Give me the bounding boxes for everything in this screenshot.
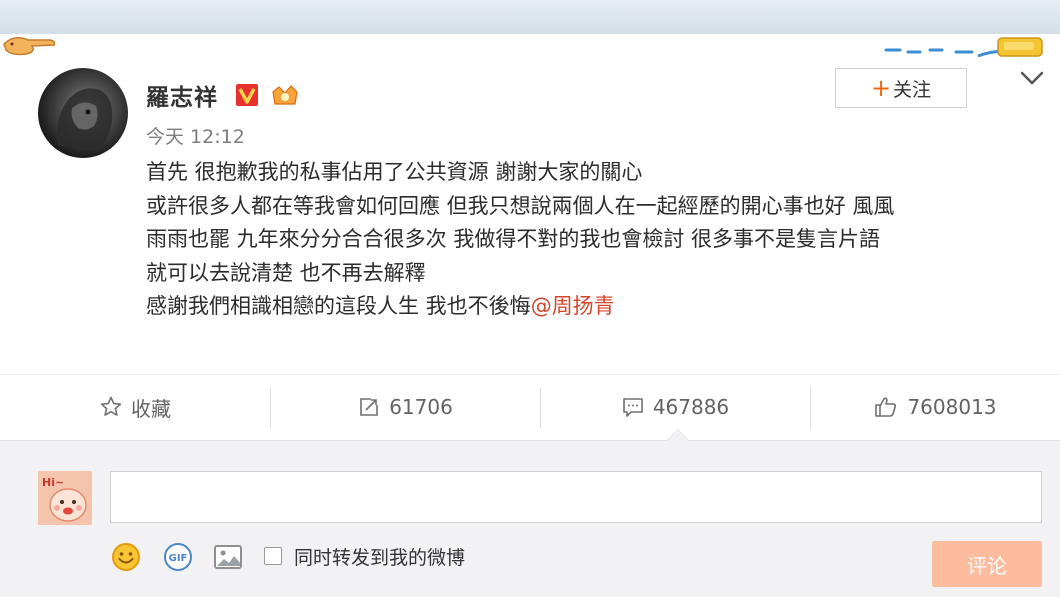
- thumbs-up-icon: [875, 397, 897, 417]
- username[interactable]: 羅志祥: [146, 78, 218, 112]
- swimmer-decoration-icon: [884, 37, 1043, 58]
- gif-label: GIF: [169, 553, 188, 564]
- repost-checkbox[interactable]: [264, 547, 282, 565]
- post-line-last: 感謝我們相識相戀的這段人生 我也不後悔@周扬青: [146, 290, 1046, 324]
- emoji-icon[interactable]: [110, 541, 142, 573]
- post-line: 或許很多人都在等我會如何回應 但我只想說兩個人在一起經歷的開心事也好 風風: [146, 193, 895, 218]
- like-button[interactable]: 7608013: [810, 374, 1060, 440]
- comment-icon: [623, 398, 643, 417]
- avatar-greeting: Hi~: [42, 476, 64, 489]
- post-text: 首先 很抱歉我的私事佔用了公共資源 謝謝大家的關心 或許很多人都在等我會如何回應…: [146, 156, 1046, 324]
- comment-count: 467886: [652, 395, 730, 419]
- lion-silhouette-icon: [57, 88, 113, 150]
- vip-crown-icon[interactable]: [270, 82, 300, 108]
- lion-avatar[interactable]: [38, 68, 128, 158]
- gif-icon[interactable]: GIF: [162, 541, 194, 573]
- post-time[interactable]: 今天 12:12: [146, 122, 245, 149]
- plus-icon: +: [870, 74, 892, 102]
- image-icon[interactable]: [212, 541, 244, 573]
- repost-icon: [360, 398, 378, 416]
- my-avatar[interactable]: Hi~: [38, 471, 92, 525]
- comment-input[interactable]: [110, 471, 1042, 523]
- star-icon: [100, 396, 122, 416]
- post-line: 雨雨也罷 九年來分分合合很多次 我做得不對的我也會檢討 很多事不是隻言片語: [146, 227, 881, 251]
- chevron-down-icon[interactable]: [1018, 68, 1046, 88]
- cartoon-avatar-icon: Hi~: [38, 471, 92, 525]
- follow-label: 关注: [893, 78, 932, 101]
- repost-count: 61706: [389, 395, 453, 419]
- mention-link[interactable]: @周扬青: [531, 294, 615, 318]
- repost-checkbox-label[interactable]: 同时转发到我的微博: [294, 543, 465, 570]
- follow-button[interactable]: + 关注: [835, 68, 967, 108]
- page-top-band: [0, 0, 1060, 34]
- repost-button[interactable]: 61706: [270, 374, 540, 440]
- pointing-hand-decoration-icon: [3, 37, 56, 56]
- composer-pointer: [667, 430, 689, 441]
- favorite-label: 收藏: [131, 396, 171, 421]
- favorite-button[interactable]: 收藏: [0, 374, 270, 440]
- post-line-text: 感謝我們相識相戀的這段人生 我也不後悔: [146, 294, 531, 318]
- verified-v-icon: [236, 84, 258, 106]
- like-count: 7608013: [907, 395, 997, 419]
- submit-comment-button[interactable]: 评论: [932, 541, 1042, 587]
- post-line: 就可以去說清楚 也不再去解釋: [146, 260, 426, 285]
- post-line: 首先 很抱歉我的私事佔用了公共資源 謝謝大家的關心: [146, 160, 643, 184]
